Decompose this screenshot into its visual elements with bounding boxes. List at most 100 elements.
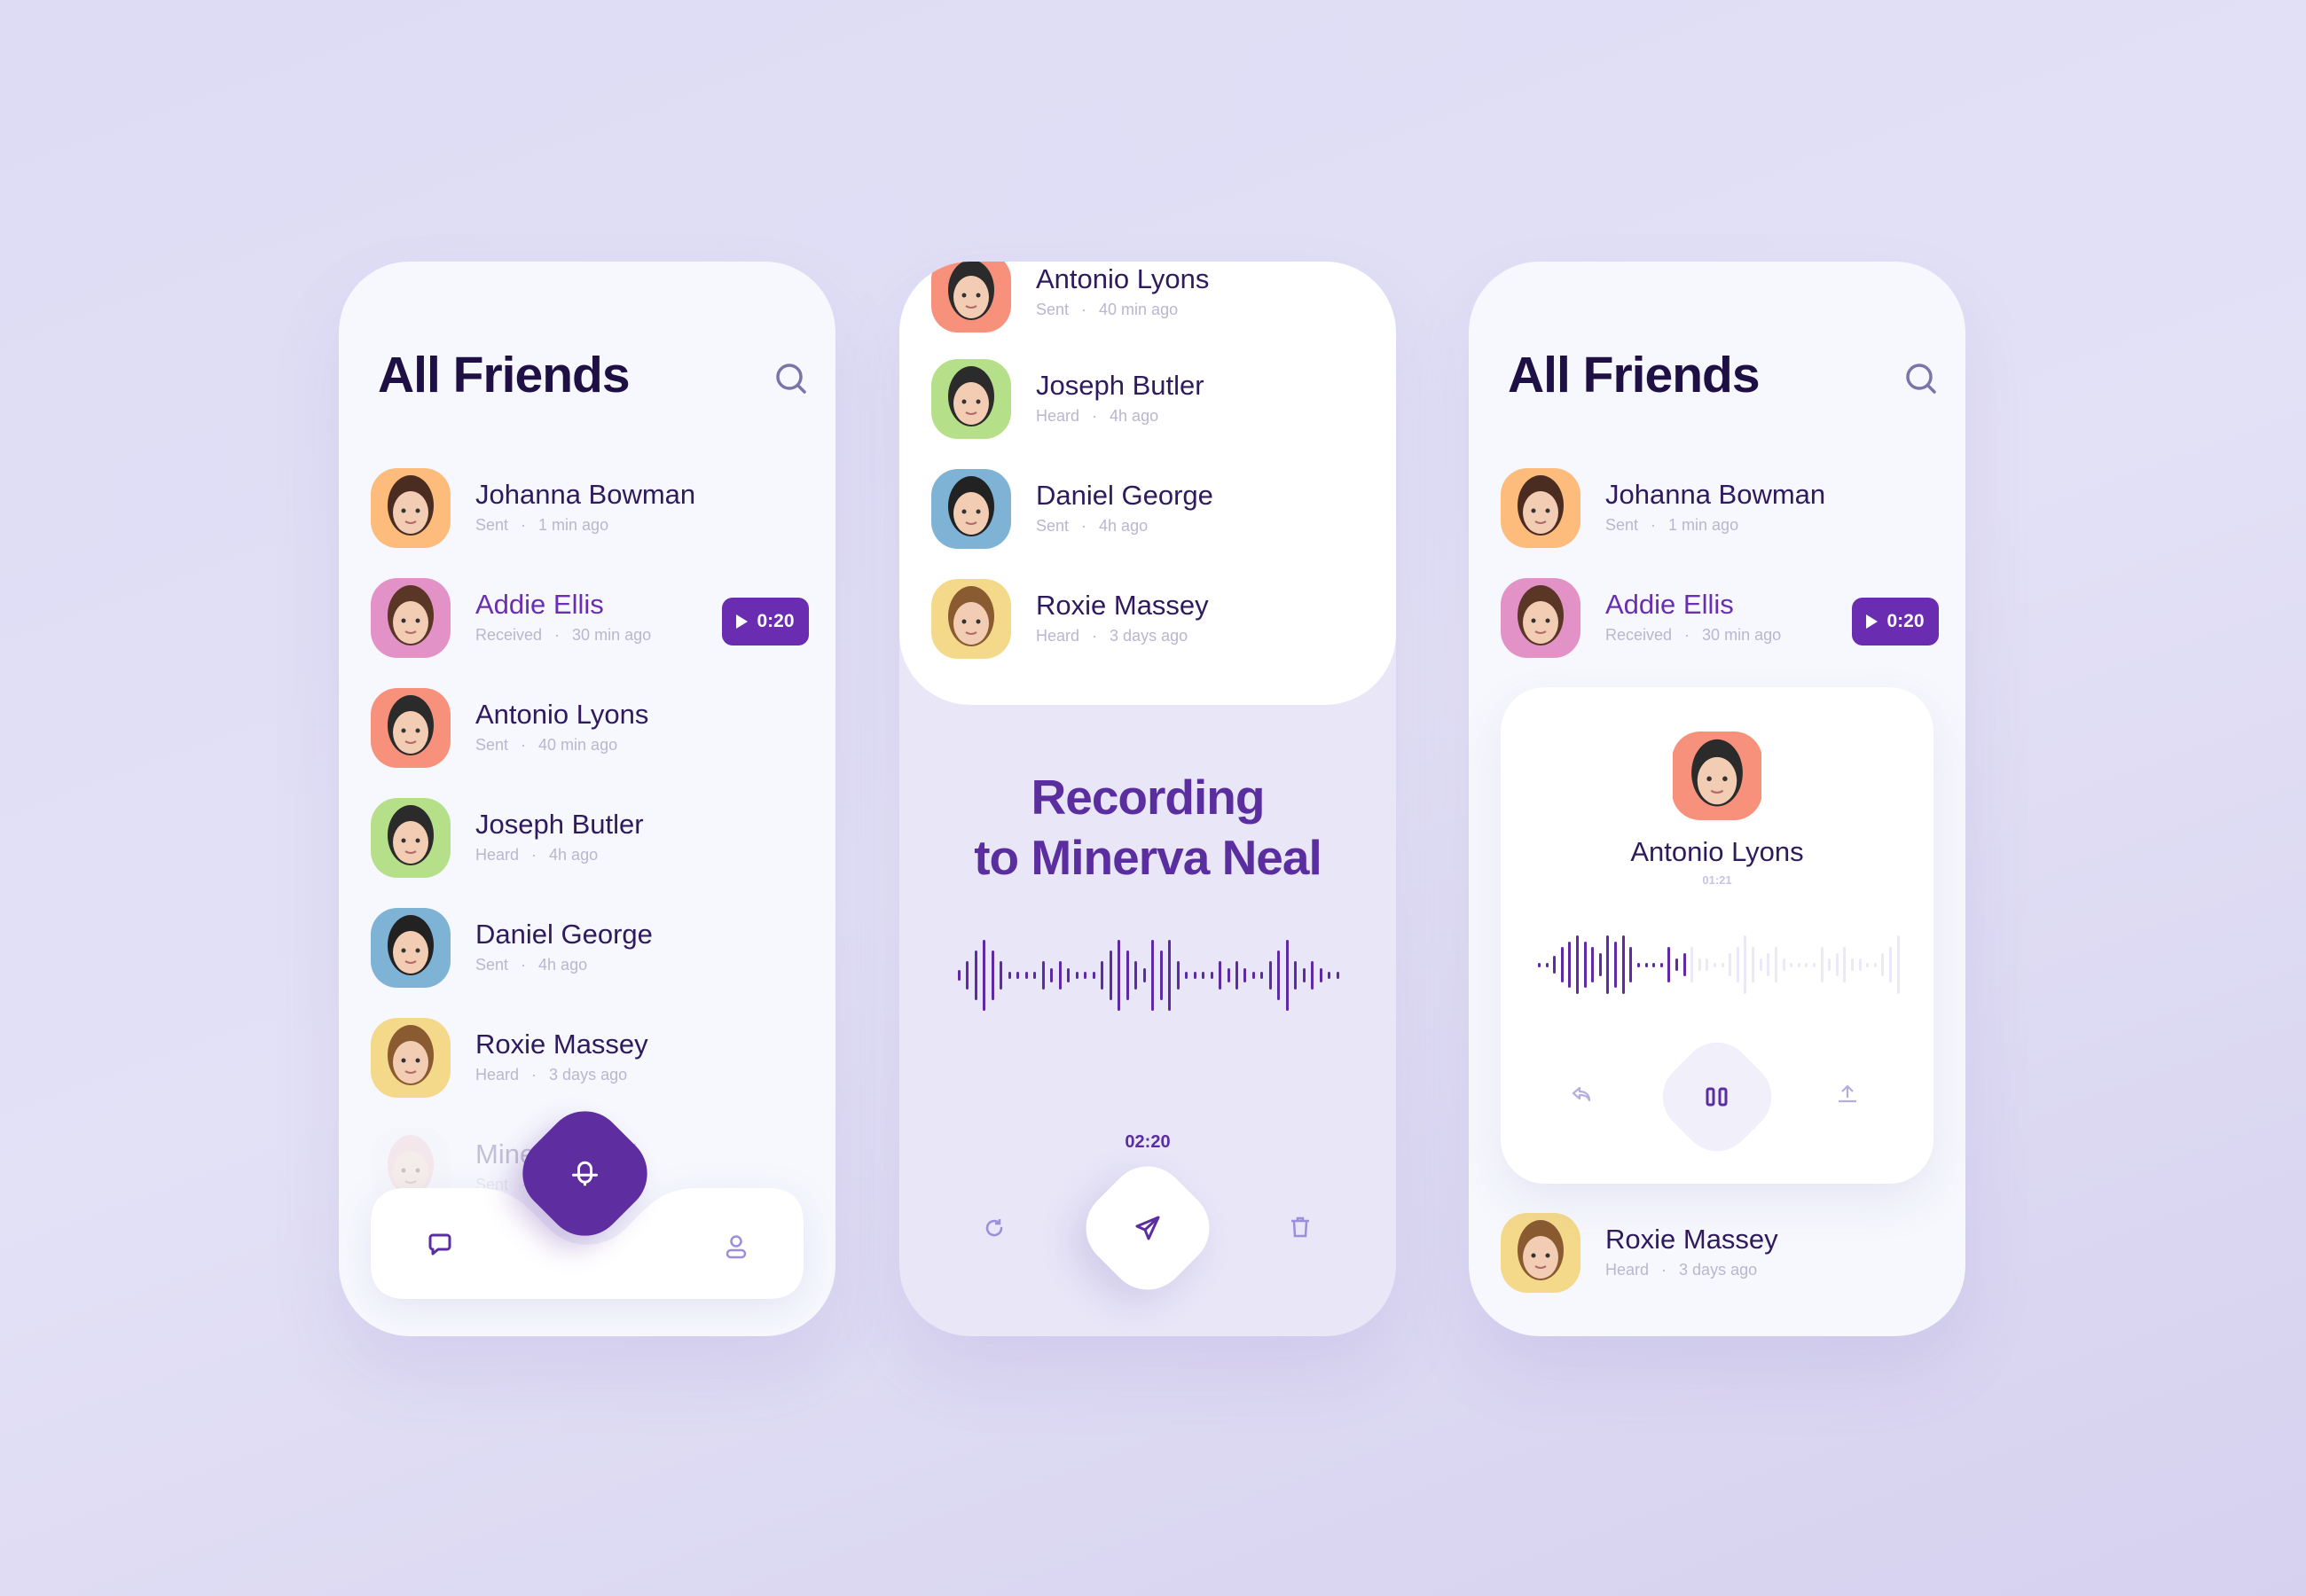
friend-status: Sent · 1 min ago	[1605, 516, 1739, 534]
waveform-bar	[1067, 968, 1071, 982]
waveform-bar	[1024, 972, 1028, 979]
friend-row[interactable]: Daniel George Sent · 4h ago	[931, 469, 1369, 549]
player-duration: 01:21	[1702, 873, 1732, 887]
friend-row[interactable]: Joseph Butler Heard · 4h ago	[371, 798, 809, 878]
waveform-bar	[1193, 972, 1196, 979]
waveform-bar	[1151, 940, 1155, 1011]
status-time: 40 min ago	[1099, 301, 1179, 318]
waveform-bar	[1101, 961, 1104, 990]
status-label: Heard	[1036, 407, 1080, 425]
play-icon	[1866, 614, 1879, 629]
avatar	[371, 908, 451, 988]
status-time: 40 min ago	[538, 736, 618, 754]
paper-plane-icon	[1135, 1216, 1160, 1240]
waveform-bar	[1889, 947, 1893, 982]
status-time: 3 days ago	[549, 1066, 628, 1084]
status-time: 4h ago	[1110, 407, 1159, 425]
waveform-bar	[1243, 968, 1247, 982]
waveform-bar	[1767, 952, 1770, 977]
friend-name: Addie Ellis	[1605, 589, 1734, 620]
chat-bubble-icon[interactable]	[427, 1232, 452, 1259]
user-icon[interactable]	[726, 1234, 747, 1259]
status-label: Received	[1605, 626, 1673, 644]
status-label: Heard	[475, 846, 520, 864]
waveform-bar	[1084, 972, 1087, 979]
waveform-bar	[1606, 935, 1610, 994]
friend-row[interactable]: Roxie Massey Heard · 3 days ago	[371, 1018, 809, 1098]
waveform-bar	[1858, 958, 1862, 971]
waveform-bar	[1109, 951, 1112, 1000]
friend-row[interactable]: Joseph Butler Heard · 4h ago	[931, 359, 1369, 439]
waveform-bar	[1336, 972, 1339, 979]
friend-status: Heard · 4h ago	[475, 846, 599, 864]
play-icon	[736, 614, 749, 629]
search-icon[interactable]	[773, 361, 809, 396]
waveform-bar	[991, 951, 994, 1000]
friend-status: Heard · 4h ago	[1036, 407, 1159, 425]
friend-name: Joseph Butler	[475, 809, 644, 840]
avatar	[371, 688, 451, 768]
waveform-bar	[1714, 962, 1717, 967]
friend-row[interactable]: Daniel George Sent · 4h ago	[371, 908, 809, 988]
refresh-icon[interactable]	[984, 1217, 1005, 1239]
waveform-bar	[1621, 935, 1625, 994]
waveform-bar	[1698, 958, 1701, 971]
waveform-bar	[1729, 952, 1732, 977]
friend-name: Johanna Bowman	[475, 479, 696, 510]
waveform-bar	[1285, 940, 1289, 1011]
play-voice-button[interactable]: 0:20	[722, 598, 809, 645]
avatar-face-icon	[931, 262, 1011, 332]
trash-icon[interactable]	[1290, 1217, 1310, 1238]
recording-timer: 02:20	[1125, 1132, 1171, 1152]
waveform-bar	[1092, 972, 1095, 979]
waveform-bar	[1591, 947, 1595, 982]
friend-row[interactable]: Addie Ellis Received · 30 min ago 0:20	[1501, 578, 1939, 658]
upload-icon[interactable]	[1838, 1084, 1857, 1103]
playback-waveform[interactable]	[1538, 935, 1900, 994]
avatar	[1501, 468, 1580, 548]
waveform-bar	[1058, 961, 1062, 990]
waveform-bar	[958, 970, 961, 981]
friend-row[interactable]: Roxie Massey Heard · 3 days ago	[931, 579, 1369, 659]
waveform-bar	[1328, 972, 1331, 979]
friend-name: Roxie Massey	[1605, 1224, 1778, 1255]
avatar	[1672, 732, 1762, 820]
waveform-bar	[1159, 951, 1163, 1000]
status-time: 1 min ago	[538, 516, 609, 534]
friend-status: Sent · 4h ago	[475, 956, 588, 974]
avatar-face-icon	[371, 578, 451, 658]
friend-row[interactable]: Addie Ellis Received · 30 min ago 0:20	[371, 578, 809, 658]
avatar	[371, 578, 451, 658]
friend-name: Daniel George	[1036, 480, 1213, 511]
search-icon[interactable]	[1903, 361, 1939, 396]
status-label: Heard	[1605, 1261, 1650, 1279]
friend-row[interactable]: Antonio Lyons Sent · 40 min ago	[931, 262, 1369, 332]
waveform-bar	[1219, 961, 1222, 990]
pause-button[interactable]	[1648, 1028, 1786, 1166]
status-time: 30 min ago	[572, 626, 652, 644]
play-voice-button[interactable]: 0:20	[1852, 598, 1939, 645]
avatar	[371, 798, 451, 878]
friend-name: Antonio Lyons	[1036, 263, 1210, 294]
avatar	[1501, 1213, 1580, 1293]
waveform-bar	[1644, 962, 1648, 967]
friend-status: Heard · 3 days ago	[475, 1066, 628, 1084]
waveform-bar	[1545, 962, 1549, 967]
avatar-face-icon	[371, 908, 451, 988]
waveform-bar	[1134, 961, 1138, 990]
friend-row[interactable]: Johanna Bowman Sent · 1 min ago	[371, 468, 809, 548]
friend-name: Johanna Bowman	[1605, 479, 1826, 510]
friend-row[interactable]: Antonio Lyons Sent · 40 min ago	[371, 688, 809, 768]
waveform-bar	[1041, 961, 1045, 990]
waveform-bar	[1629, 947, 1633, 982]
friend-row[interactable]: Johanna Bowman Sent · 1 min ago	[1501, 468, 1939, 548]
waveform-bar	[1614, 941, 1618, 989]
status-time: 4h ago	[1099, 517, 1149, 535]
avatar-face-icon	[1501, 468, 1580, 548]
send-button[interactable]	[1070, 1150, 1226, 1306]
reply-icon[interactable]	[1572, 1086, 1591, 1102]
avatar-face-icon	[1673, 732, 1761, 820]
friend-row[interactable]: Roxie Massey Heard · 3 days ago	[1501, 1213, 1939, 1293]
status-time: 4h ago	[549, 846, 599, 864]
waveform-bar	[1016, 972, 1020, 979]
